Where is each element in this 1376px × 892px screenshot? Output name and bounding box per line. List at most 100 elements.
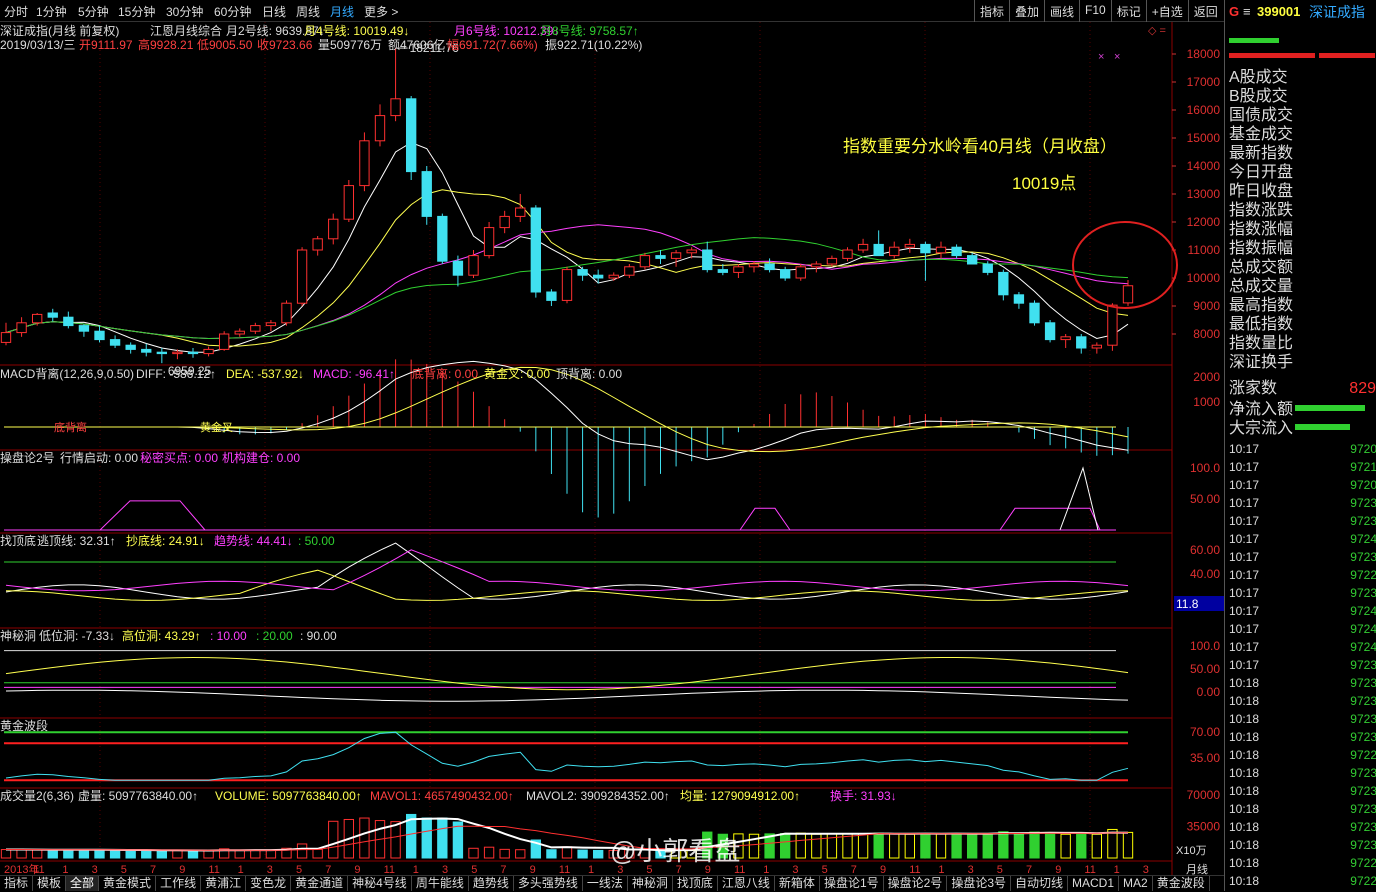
candle-body[interactable] xyxy=(982,263,993,273)
candle-body[interactable] xyxy=(16,322,27,334)
candle-body[interactable] xyxy=(390,98,401,117)
candle-body[interactable] xyxy=(951,246,962,257)
candle-body[interactable] xyxy=(686,249,697,254)
candle-body[interactable] xyxy=(966,255,978,265)
toolbar-button-4[interactable]: 标记 xyxy=(1110,0,1146,22)
volume-bar[interactable] xyxy=(982,833,993,859)
volume-bar[interactable] xyxy=(1044,831,1056,859)
volume-bar[interactable] xyxy=(951,833,962,859)
candle-body[interactable] xyxy=(296,249,308,304)
candle-body[interactable] xyxy=(187,351,199,355)
candle-body[interactable] xyxy=(530,207,542,293)
indicator-tab-15[interactable]: 江恩八线 xyxy=(718,876,775,891)
candle-body[interactable] xyxy=(1060,336,1071,341)
candle-body[interactable] xyxy=(842,249,853,259)
volume-bar[interactable] xyxy=(437,817,448,859)
chart-svg[interactable]: 1800017000160001500014000130001200011000… xyxy=(0,22,1224,875)
volume-bar[interactable] xyxy=(499,848,510,859)
volume-bar[interactable] xyxy=(1076,832,1087,859)
volume-bar[interactable] xyxy=(561,846,573,859)
period-tab-5[interactable]: 60分钟 xyxy=(214,3,251,20)
indicator-tab-5[interactable]: 黄浦江 xyxy=(201,876,247,891)
candle-body[interactable] xyxy=(499,215,510,229)
volume-bar[interactable] xyxy=(141,849,152,859)
volume-bar[interactable] xyxy=(421,817,432,859)
period-tab-8[interactable]: 月线 xyxy=(330,3,354,20)
candle-body[interactable] xyxy=(733,266,744,273)
indicator-tab-20[interactable]: 自动切线 xyxy=(1011,876,1069,891)
volume-bar[interactable] xyxy=(468,847,479,859)
volume-bar[interactable] xyxy=(1029,831,1040,859)
volume-bar[interactable] xyxy=(234,849,245,859)
indicator-tab-16[interactable]: 新箱体 xyxy=(775,876,820,891)
indicator-tab-13[interactable]: 神秘洞 xyxy=(628,876,673,891)
volume-bar[interactable] xyxy=(795,832,806,859)
candle-body[interactable] xyxy=(468,255,479,276)
candle-body[interactable] xyxy=(998,271,1009,296)
period-tab-4[interactable]: 30分钟 xyxy=(166,3,203,20)
volume-bar[interactable] xyxy=(172,850,183,859)
candle-body[interactable] xyxy=(920,243,931,254)
menu-icon[interactable]: ≡ xyxy=(1243,5,1251,19)
volume-bar[interactable] xyxy=(1013,833,1025,859)
indicator-tab-19[interactable]: 操盘论3号 xyxy=(947,876,1011,891)
period-tab-9[interactable]: 更多 > xyxy=(364,3,398,20)
toolbar-button-6[interactable]: 返回 xyxy=(1187,0,1223,22)
period-tab-3[interactable]: 15分钟 xyxy=(118,3,155,20)
toolbar-button-0[interactable]: 指标 xyxy=(974,0,1009,22)
candle-body[interactable] xyxy=(515,207,526,217)
candle-body[interactable] xyxy=(1076,336,1087,349)
candle-body[interactable] xyxy=(639,255,651,268)
candle-body[interactable] xyxy=(779,269,791,279)
volume-bar[interactable] xyxy=(296,843,308,859)
period-tab-0[interactable]: 分时 xyxy=(4,3,28,20)
indicator-tab-23[interactable]: 黄金波段 xyxy=(1153,876,1210,891)
candle-body[interactable] xyxy=(1044,322,1056,341)
volume-bar[interactable] xyxy=(920,833,931,859)
candle-body[interactable] xyxy=(109,339,121,346)
toolbar-button-2[interactable]: 画线 xyxy=(1044,0,1079,22)
candle-body[interactable] xyxy=(218,333,230,350)
candle-body[interactable] xyxy=(172,351,183,355)
candle-body[interactable] xyxy=(670,252,682,259)
volume-bar[interactable] xyxy=(31,849,43,859)
volume-bar[interactable] xyxy=(483,846,495,859)
indicator-tab-7[interactable]: 黄金通道 xyxy=(291,876,349,891)
period-tab-6[interactable]: 日线 xyxy=(262,3,286,20)
candle-body[interactable] xyxy=(748,263,760,268)
indicator-tab-10[interactable]: 趋势线 xyxy=(469,876,514,891)
candle-body[interactable] xyxy=(795,266,806,279)
volume-bar[interactable] xyxy=(935,833,947,859)
candle-body[interactable] xyxy=(826,257,838,265)
candle-body[interactable] xyxy=(281,302,292,324)
candle-body[interactable] xyxy=(857,243,869,251)
candle-body[interactable] xyxy=(1107,304,1118,346)
period-tab-1[interactable]: 1分钟 xyxy=(36,3,67,20)
candle-body[interactable] xyxy=(1091,344,1103,349)
candle-body[interactable] xyxy=(437,215,448,262)
volume-bar[interactable] xyxy=(857,833,869,859)
candle-body[interactable] xyxy=(608,274,619,279)
volume-bar[interactable] xyxy=(265,849,277,859)
volume-bar[interactable] xyxy=(250,849,261,859)
volume-bar[interactable] xyxy=(1091,833,1103,859)
candle-body[interactable] xyxy=(421,171,432,217)
volume-bar[interactable] xyxy=(966,833,978,859)
candle-body[interactable] xyxy=(764,263,775,271)
candle-body[interactable] xyxy=(343,185,355,220)
candle-body[interactable] xyxy=(577,269,588,276)
indicator-tab-22[interactable]: MA2 xyxy=(1119,876,1153,891)
indicator-tab-18[interactable]: 操盘论2号 xyxy=(884,876,948,891)
candle-body[interactable] xyxy=(234,330,245,335)
volume-bar[interactable] xyxy=(156,850,168,859)
volume-bar[interactable] xyxy=(904,833,916,859)
indicator-tab-6[interactable]: 变色龙 xyxy=(246,876,292,891)
candle-body[interactable] xyxy=(1029,302,1040,324)
indicator-tab-9[interactable]: 周牛能线 xyxy=(412,876,469,891)
candle-body[interactable] xyxy=(359,140,370,187)
candle-body[interactable] xyxy=(203,348,214,355)
candle-body[interactable] xyxy=(156,351,168,355)
chart-area[interactable]: 18000 17000 16000 15000 14000 13000 12000 11000… xyxy=(0,22,1224,875)
candle-body[interactable] xyxy=(717,269,729,273)
candle-body[interactable] xyxy=(904,243,916,248)
